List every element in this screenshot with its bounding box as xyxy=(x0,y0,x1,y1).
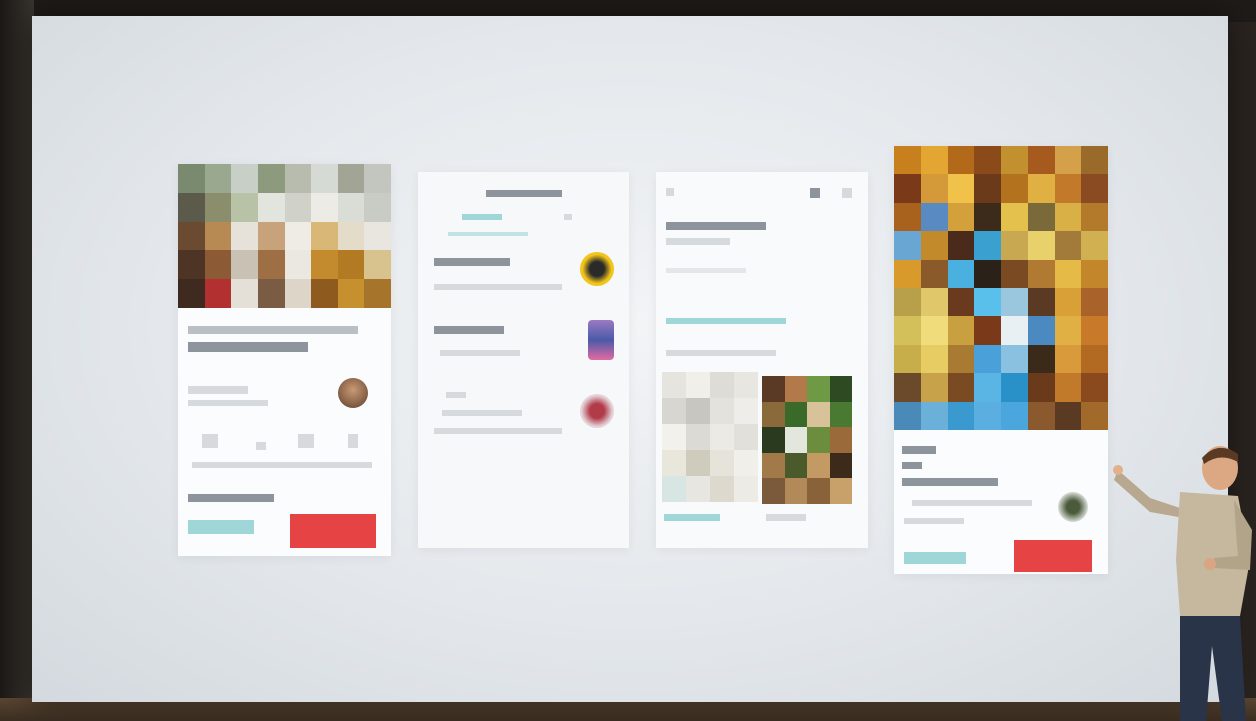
book-button[interactable] xyxy=(290,514,376,548)
stage-left-wall xyxy=(0,0,34,721)
app-screen-dish-detail xyxy=(894,146,1108,574)
article-image-right xyxy=(762,376,852,504)
reviewer-avatar-2 xyxy=(588,320,614,360)
host-avatar xyxy=(338,378,368,408)
article-image-left xyxy=(662,372,758,502)
projection-screen xyxy=(32,16,1228,702)
restaurant-hero-photo xyxy=(178,164,391,308)
app-screen-reviews-list xyxy=(418,172,629,548)
chef-avatar xyxy=(1058,492,1088,522)
app-screen-restaurant-detail xyxy=(178,164,391,556)
reviewer-avatar-1 xyxy=(580,252,614,286)
order-button[interactable] xyxy=(1014,540,1092,572)
app-screen-article-detail xyxy=(656,172,868,548)
presenter-figure xyxy=(1113,446,1252,721)
reviewer-avatar-3 xyxy=(580,394,614,428)
dish-hero-photo xyxy=(894,146,1108,430)
